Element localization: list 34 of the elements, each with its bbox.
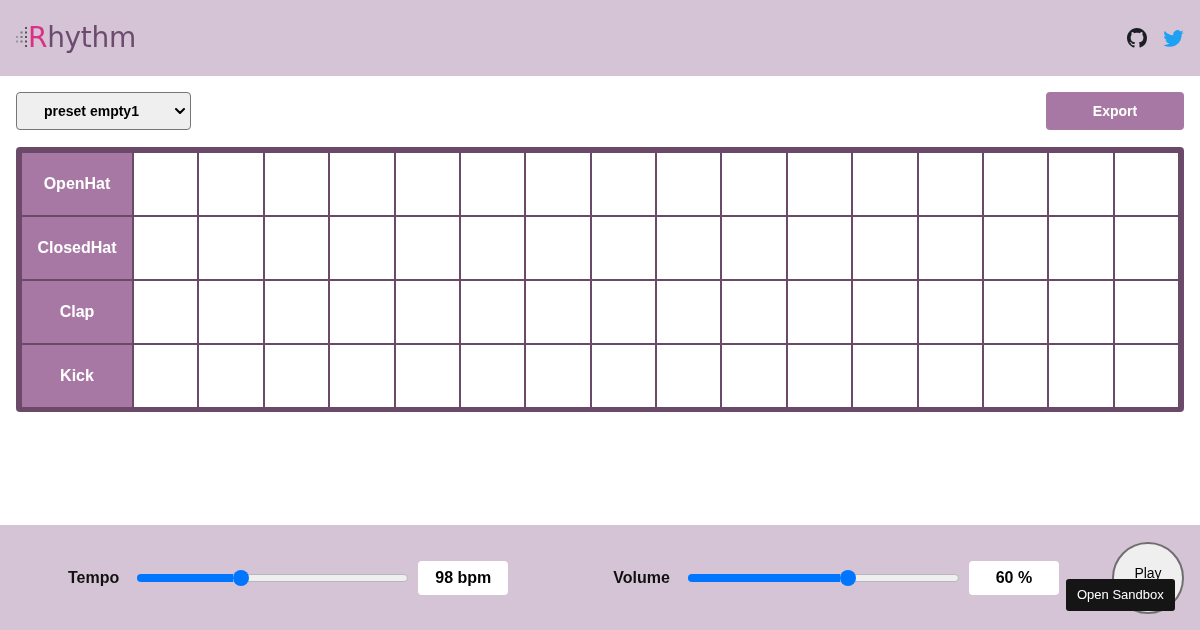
step-pad[interactable] — [983, 281, 1048, 343]
value-readout: 60 % — [968, 560, 1059, 595]
track-label: Clap — [22, 281, 132, 343]
slider-label: Tempo — [68, 568, 120, 587]
preset-dropdown[interactable]: preset empty1 — [16, 92, 191, 130]
step-pad[interactable] — [983, 345, 1048, 407]
slider-thumb[interactable] — [839, 569, 856, 586]
slider-label: Volume — [613, 568, 670, 587]
dot-grid-icon — [16, 27, 27, 47]
step-pad[interactable] — [787, 217, 852, 279]
bird-icon[interactable] — [1163, 29, 1184, 47]
step-pad[interactable] — [264, 345, 329, 407]
step-pad[interactable] — [264, 281, 329, 343]
slider-thumb[interactable] — [233, 569, 250, 586]
value-readout: 98 bpm — [418, 560, 509, 595]
track-label: ClosedHat — [22, 217, 132, 279]
sandbox-tooltip[interactable]: Open Sandbox — [1066, 579, 1175, 611]
step-pad[interactable] — [983, 217, 1048, 279]
export-button[interactable]: Export — [1046, 92, 1184, 130]
step-pad[interactable] — [460, 345, 525, 407]
track-label: Kick — [22, 345, 132, 407]
chevron-down-icon — [175, 108, 185, 114]
step-pad[interactable] — [787, 153, 852, 215]
step-pad[interactable] — [264, 217, 329, 279]
step-pad[interactable] — [787, 345, 852, 407]
step-pad[interactable] — [264, 153, 329, 215]
step-pad[interactable] — [460, 281, 525, 343]
step-pad[interactable] — [983, 153, 1048, 215]
step-pad[interactable] — [787, 281, 852, 343]
track-label: OpenHat — [22, 153, 132, 215]
step-pad[interactable] — [460, 153, 525, 215]
github-icon[interactable] — [1127, 28, 1147, 48]
logo-text: Rhythm — [28, 21, 136, 55]
step-pad[interactable] — [460, 217, 525, 279]
